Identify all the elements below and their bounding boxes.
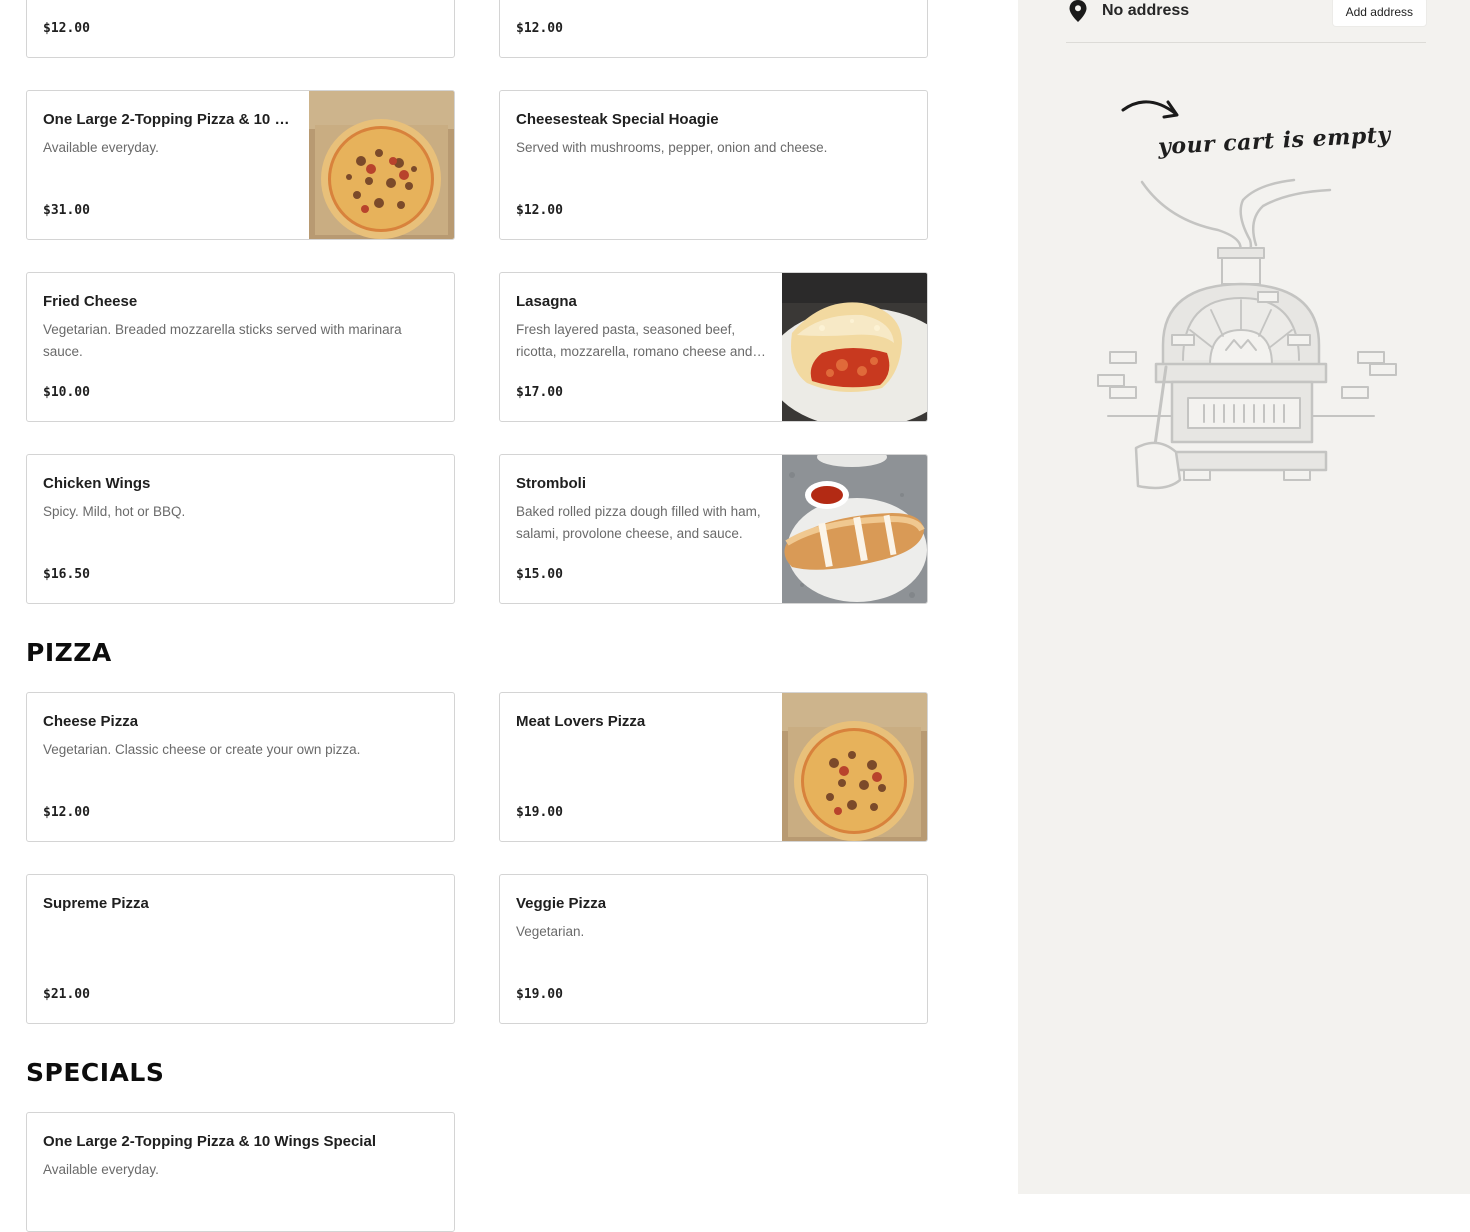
item-description: Vegetarian. Classic cheese or create you… xyxy=(43,742,361,757)
item-name: Supreme Pizza xyxy=(43,895,149,912)
menu-item-card[interactable]: Supreme Pizza $21.00 xyxy=(26,874,455,1024)
item-price: $19.00 xyxy=(516,987,563,1002)
cart-sidebar: No address Add address your cart is empt… xyxy=(1018,0,1470,1194)
item-description: Vegetarian. Breaded mozzarella sticks se… xyxy=(43,322,402,359)
item-price: $15.00 xyxy=(516,567,563,582)
item-name: Cheesesteak Special Hoagie xyxy=(516,111,719,128)
item-price: $12.00 xyxy=(43,805,90,820)
item-price: $12.00 xyxy=(43,21,90,36)
menu-item-card[interactable]: One Large 2-Topping Pizza & 10 Wings Spe… xyxy=(26,1112,455,1232)
item-price: $16.50 xyxy=(43,567,90,582)
menu-item-card[interactable]: $12.00 xyxy=(499,0,928,58)
item-description: Fresh layered pasta, seasoned beef, rico… xyxy=(516,322,753,359)
section-title-specials: SPECIALS xyxy=(26,1058,165,1087)
menu-item-card[interactable]: $12.00 xyxy=(26,0,455,58)
item-name: Cheese Pizza xyxy=(43,713,139,730)
section-title-pizza: PIZZA xyxy=(26,638,112,667)
item-price: $17.00 xyxy=(516,385,563,400)
pizza-in-box-image xyxy=(309,91,454,239)
menu-column: $12.00 $12.00 One Large 2-Topping Pizza … xyxy=(0,0,1018,1232)
item-name: One Large 2-Topping Pizza & 10 Wings Spe… xyxy=(43,1133,376,1150)
menu-item-card[interactable]: Cheese Pizza Vegetarian. Classic cheese … xyxy=(26,692,455,842)
item-price: $19.00 xyxy=(516,805,563,820)
item-name: Lasagna xyxy=(516,293,577,310)
menu-item-card[interactable]: Veggie Pizza Vegetarian. $19.00 xyxy=(499,874,928,1024)
pizza-in-box-image xyxy=(782,693,927,841)
item-name: Stromboli xyxy=(516,475,586,492)
item-description: Spicy. Mild, hot or BBQ. xyxy=(43,504,186,519)
menu-item-card[interactable]: Stromboli Baked rolled pizza dough fille… xyxy=(499,454,928,604)
item-price: $12.00 xyxy=(516,203,563,218)
item-description: Baked rolled pizza dough filled with ham… xyxy=(516,504,761,541)
menu-item-card[interactable]: One Large 2-Topping Pizza & 10 Wings Spe… xyxy=(26,90,455,240)
menu-item-card[interactable]: Cheesesteak Special Hoagie Served with m… xyxy=(499,90,928,240)
location-pin-icon xyxy=(1069,0,1087,22)
item-name: Meat Lovers Pizza xyxy=(516,713,646,730)
menu-item-card[interactable]: Meat Lovers Pizza $19.00 xyxy=(499,692,928,842)
menu-item-card[interactable]: Lasagna Fresh layered pasta, seasoned be… xyxy=(499,272,928,422)
address-text: No address xyxy=(1102,2,1190,19)
stromboli-image xyxy=(782,455,927,603)
item-price: $12.00 xyxy=(516,21,563,36)
add-address-button[interactable]: Add address xyxy=(1332,0,1426,26)
item-name: One Large 2-Topping Pizza & 10 Wings Spe… xyxy=(43,111,293,128)
item-description: Available everyday. xyxy=(43,140,159,155)
menu-item-card[interactable]: Fried Cheese Vegetarian. Breaded mozzare… xyxy=(26,272,455,422)
item-name: Veggie Pizza xyxy=(516,895,607,912)
item-name: Chicken Wings xyxy=(43,475,151,492)
lasagna-image xyxy=(782,273,927,421)
item-price: $21.00 xyxy=(43,987,90,1002)
delivery-address-row: No address Add address xyxy=(1066,0,1426,43)
item-price: $31.00 xyxy=(43,203,90,218)
item-price: $10.00 xyxy=(43,385,90,400)
item-description: Available everyday. xyxy=(43,1162,159,1177)
item-name: Fried Cheese xyxy=(43,293,138,310)
item-description: Served with mushrooms, pepper, onion and… xyxy=(516,140,828,155)
menu-item-card[interactable]: Chicken Wings Spicy. Mild, hot or BBQ. $… xyxy=(26,454,455,604)
item-description: Vegetarian. xyxy=(516,924,585,939)
